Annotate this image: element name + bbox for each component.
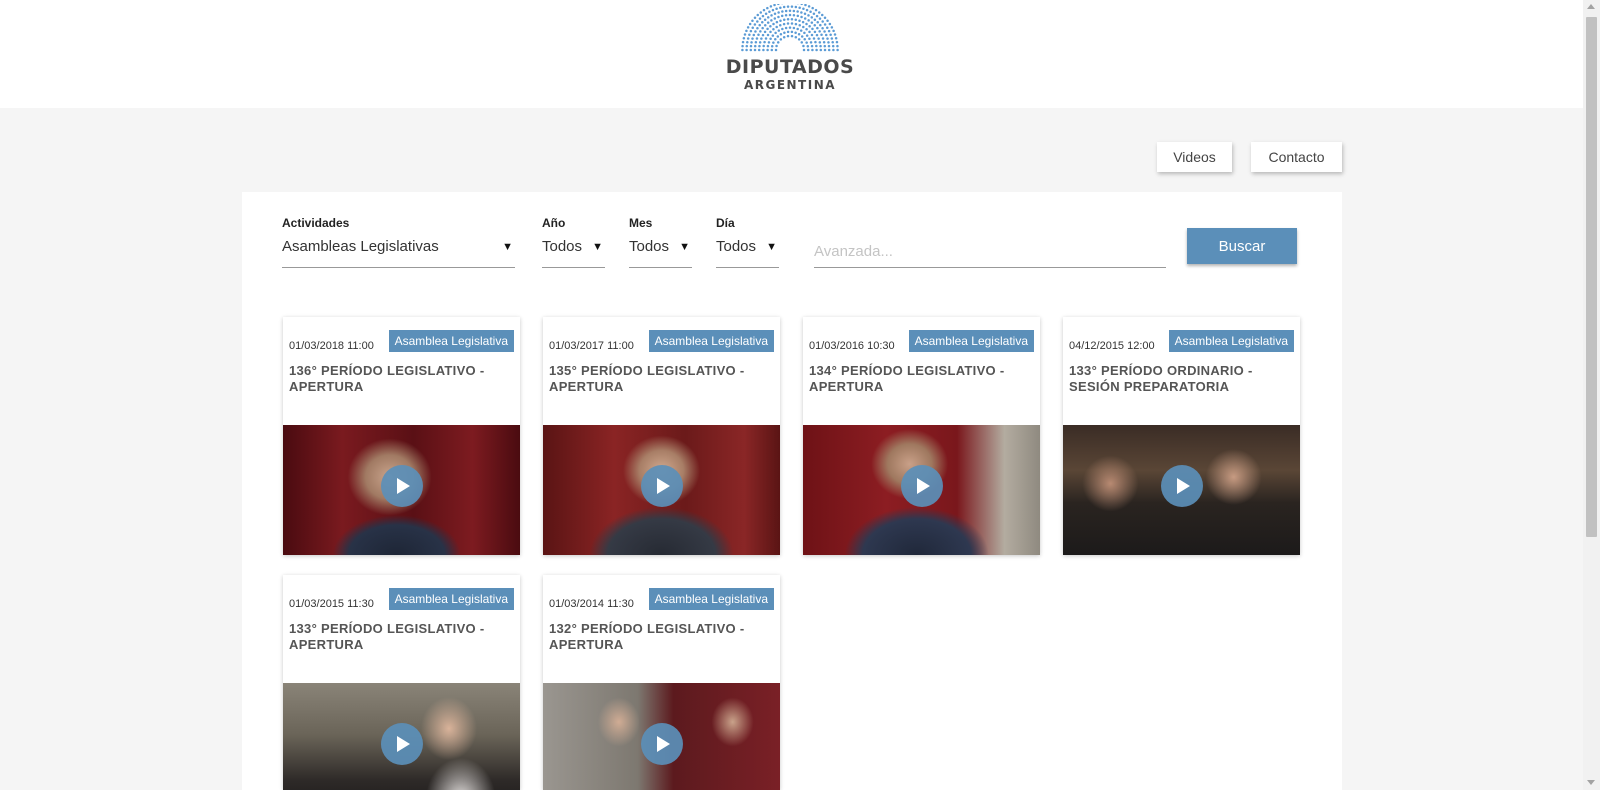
dropdown-caret-icon: ▼ — [592, 241, 603, 253]
category-badge[interactable]: Asamblea Legislativa — [908, 330, 1034, 352]
logo-subtitle: ARGENTINA — [743, 78, 837, 92]
video-thumbnail[interactable] — [283, 683, 520, 790]
card-title[interactable]: 135° PERÍODO LEGISLATIVO - APERTURA — [549, 363, 774, 395]
video-card[interactable]: 01/03/2017 11:00 Asamblea Legislativa 13… — [543, 317, 780, 555]
play-icon[interactable] — [641, 723, 683, 765]
site-header: DIPUTADOS ARGENTINA — [0, 0, 1583, 108]
dia-select[interactable]: Todos ▼ — [716, 232, 779, 268]
card-date: 01/03/2015 11:30 — [289, 598, 374, 610]
logo-title: DIPUTADOS — [725, 56, 855, 78]
advanced-search-input[interactable] — [814, 232, 1166, 268]
card-date: 04/12/2015 12:00 — [1069, 340, 1155, 352]
play-icon[interactable] — [901, 465, 943, 507]
video-card[interactable]: 01/03/2015 11:30 Asamblea Legislativa 13… — [283, 575, 520, 790]
mes-value: Todos — [629, 238, 670, 255]
anio-value: Todos — [542, 238, 583, 255]
dropdown-caret-icon: ▼ — [502, 241, 513, 253]
play-icon[interactable] — [641, 465, 683, 507]
card-title[interactable]: 136° PERÍODO LEGISLATIVO - APERTURA — [289, 363, 514, 395]
play-icon[interactable] — [381, 723, 423, 765]
anio-select[interactable]: Todos ▼ — [542, 232, 605, 268]
category-badge[interactable]: Asamblea Legislativa — [1168, 330, 1294, 352]
scroll-down-arrow-icon[interactable] — [1587, 780, 1595, 785]
dia-value: Todos — [716, 238, 757, 255]
card-date: 01/03/2016 10:30 — [809, 340, 895, 352]
category-badge[interactable]: Asamblea Legislativa — [388, 330, 514, 352]
category-badge[interactable]: Asamblea Legislativa — [648, 330, 774, 352]
buscar-button[interactable]: Buscar — [1187, 228, 1297, 264]
mes-select[interactable]: Todos ▼ — [629, 232, 692, 268]
play-icon[interactable] — [381, 465, 423, 507]
scrollbar-thumb[interactable] — [1586, 17, 1597, 537]
actividades-select[interactable]: Asambleas Legislativas ▼ — [282, 232, 515, 268]
video-card[interactable]: 01/03/2014 11:30 Asamblea Legislativa 13… — [543, 575, 780, 790]
video-thumbnail[interactable] — [543, 425, 780, 555]
videos-panel: Actividades Asambleas Legislativas ▼ Año… — [242, 192, 1342, 790]
play-icon[interactable] — [1161, 465, 1203, 507]
dropdown-caret-icon: ▼ — [679, 241, 690, 253]
hemicycle-logo-icon — [741, 4, 839, 52]
category-badge[interactable]: Asamblea Legislativa — [648, 588, 774, 610]
diputados-logo[interactable]: DIPUTADOS ARGENTINA — [720, 4, 860, 100]
actividades-value: Asambleas Legislativas — [282, 238, 439, 255]
nav-contacto-link[interactable]: Contacto — [1251, 142, 1342, 172]
video-thumbnail[interactable] — [543, 683, 780, 790]
card-title[interactable]: 132° PERÍODO LEGISLATIVO - APERTURA — [549, 621, 774, 653]
category-badge[interactable]: Asamblea Legislativa — [388, 588, 514, 610]
card-date: 01/03/2014 11:30 — [549, 598, 634, 610]
scroll-up-arrow-icon[interactable] — [1587, 4, 1595, 9]
video-thumbnail[interactable] — [1063, 425, 1300, 555]
mes-label: Mes — [629, 216, 653, 230]
nav-videos-link[interactable]: Videos — [1157, 142, 1232, 172]
card-title[interactable]: 133° PERÍODO ORDINARIO - SESIÓN PREPARAT… — [1069, 363, 1294, 395]
actividades-label: Actividades — [282, 216, 350, 230]
video-card[interactable]: 04/12/2015 12:00 Asamblea Legislativa 13… — [1063, 317, 1300, 555]
card-title[interactable]: 133° PERÍODO LEGISLATIVO - APERTURA — [289, 621, 514, 653]
dia-label: Día — [716, 216, 735, 230]
card-date: 01/03/2018 11:00 — [289, 340, 374, 352]
anio-label: Año — [542, 216, 566, 230]
video-card[interactable]: 01/03/2016 10:30 Asamblea Legislativa 13… — [803, 317, 1040, 555]
card-date: 01/03/2017 11:00 — [549, 340, 634, 352]
card-title[interactable]: 134° PERÍODO LEGISLATIVO - APERTURA — [809, 363, 1034, 395]
video-thumbnail[interactable] — [283, 425, 520, 555]
video-card[interactable]: 01/03/2018 11:00 Asamblea Legislativa 13… — [283, 317, 520, 555]
video-thumbnail[interactable] — [803, 425, 1040, 555]
page-scrollbar[interactable] — [1583, 0, 1600, 790]
dropdown-caret-icon: ▼ — [766, 241, 777, 253]
